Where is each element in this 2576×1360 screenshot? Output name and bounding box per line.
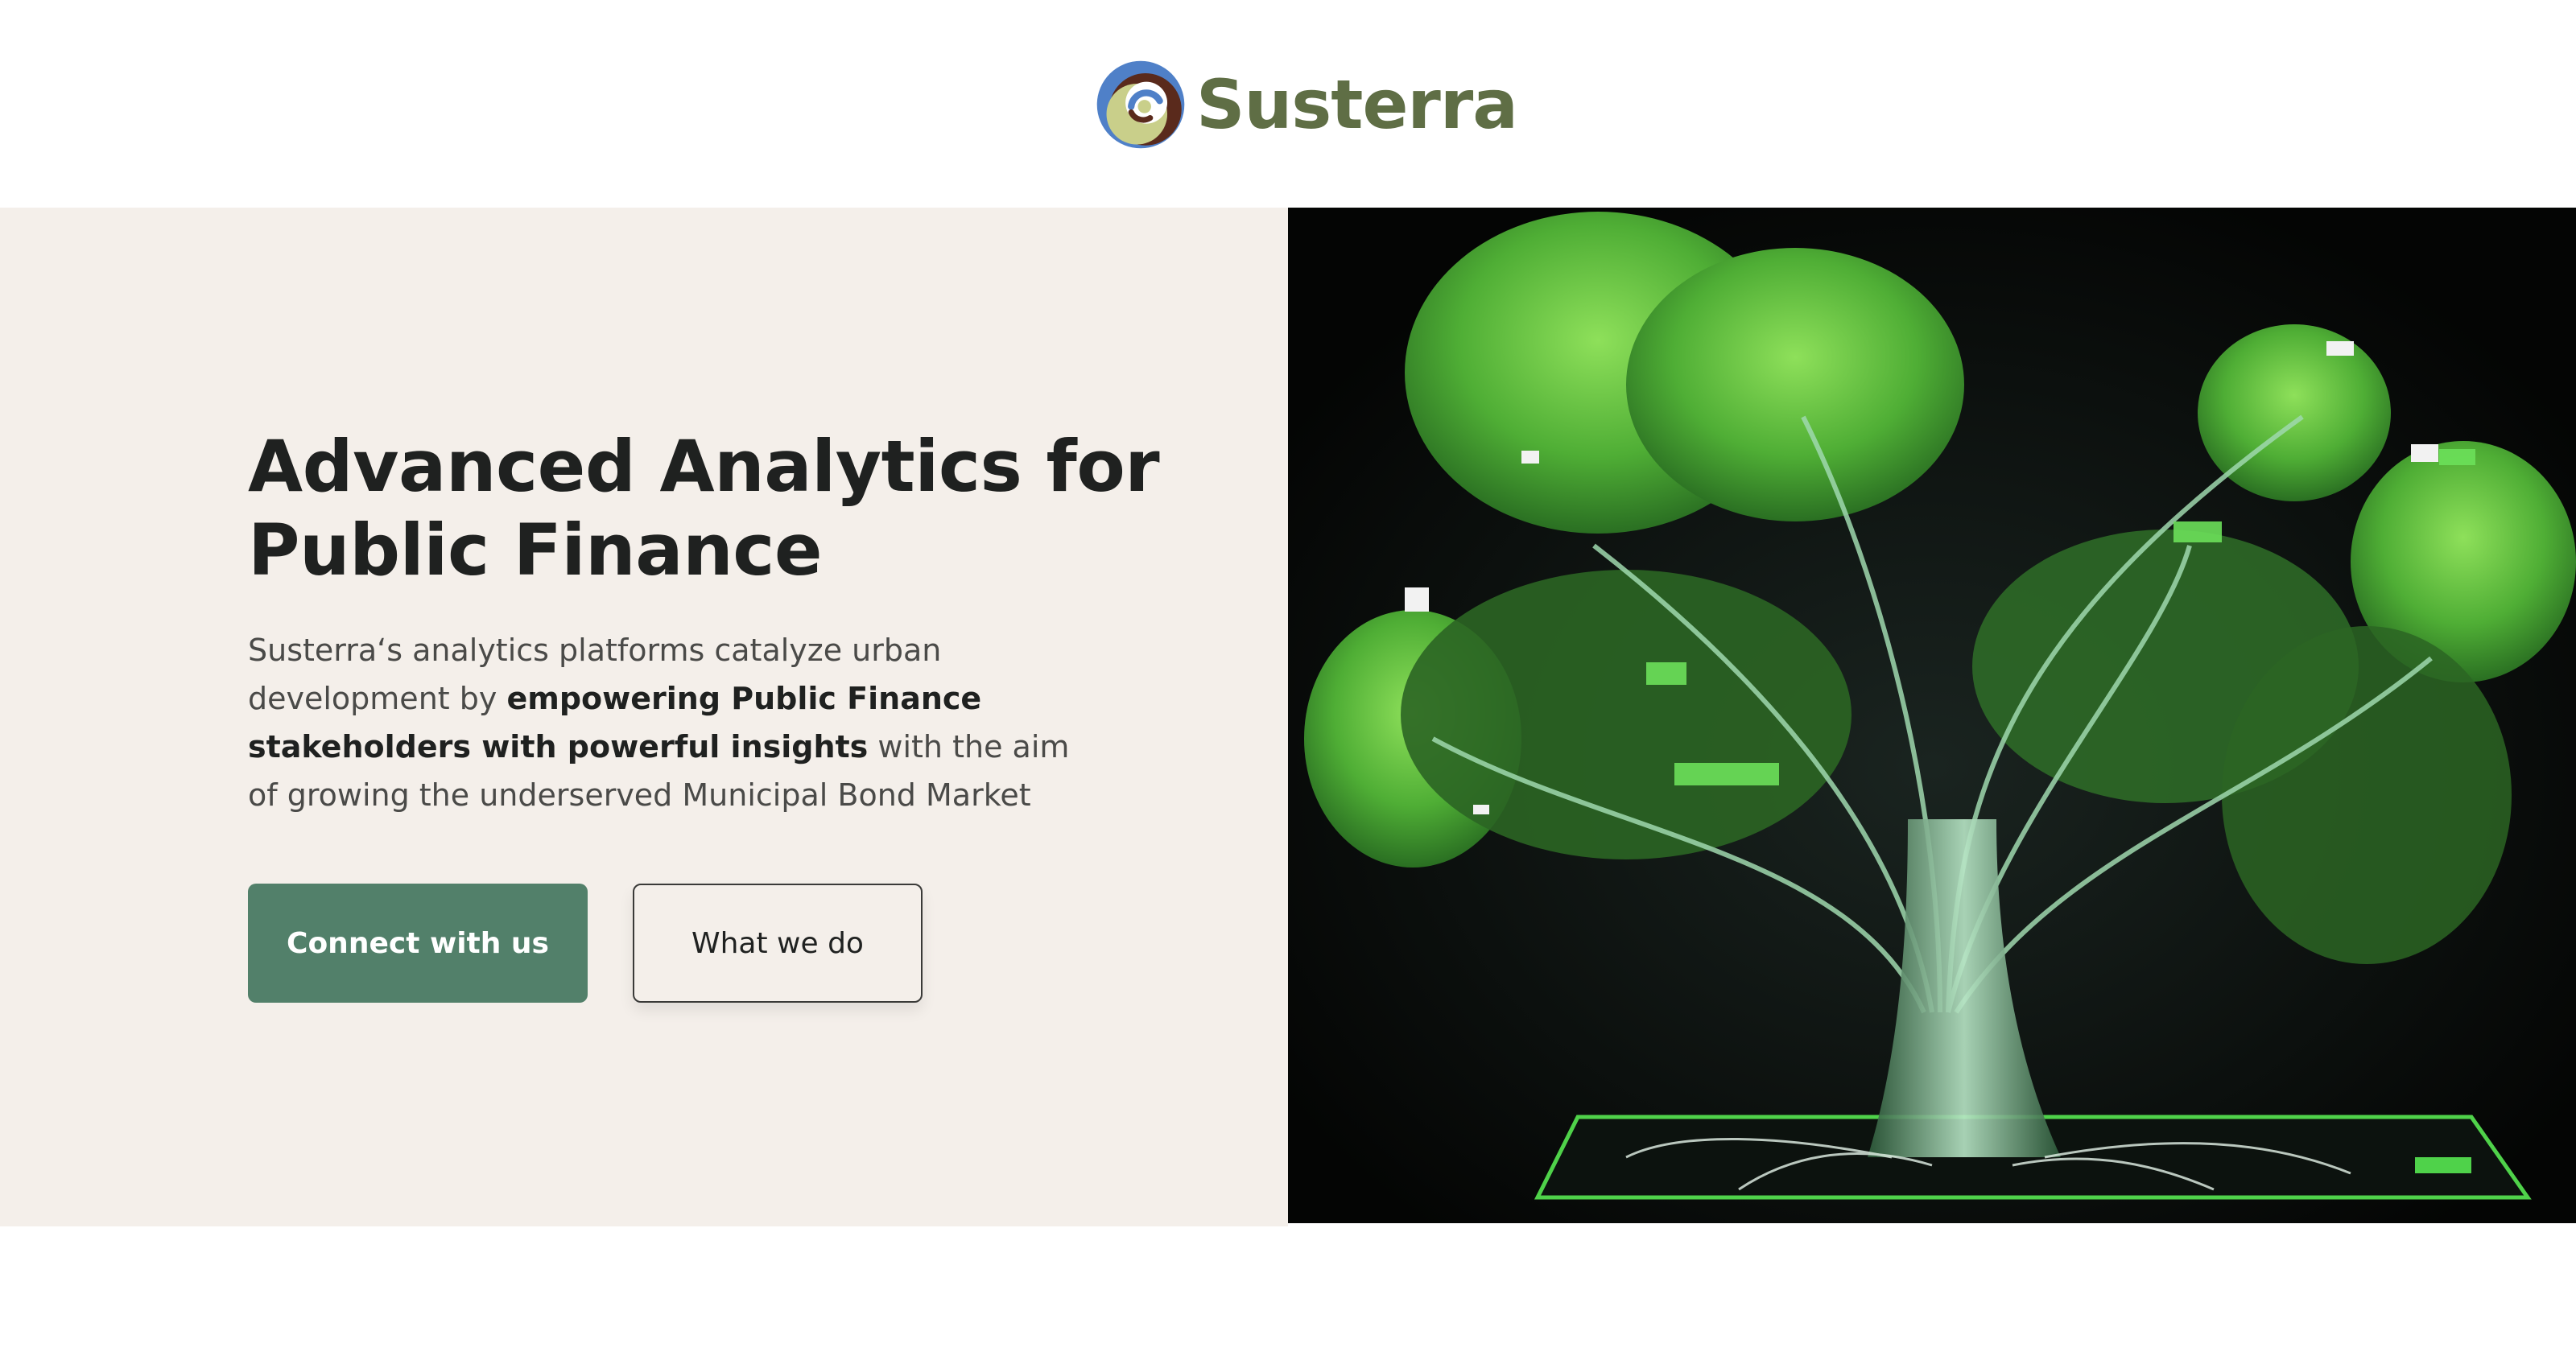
page-below-fold <box>0 1226 2576 1360</box>
what-we-do-button[interactable]: What we do <box>633 884 923 1003</box>
hero-text-panel: Advanced Analytics for Public Finance Su… <box>0 208 1288 1226</box>
hero-title-line-1: Advanced Analytics for <box>248 425 1160 508</box>
hero-image <box>1288 208 2576 1223</box>
brand-home-link[interactable]: Susterra <box>1093 56 1518 153</box>
connect-with-us-button[interactable]: Connect with us <box>248 884 588 1003</box>
site-header: Susterra <box>0 0 2576 208</box>
hero-title: Advanced Analytics for Public Finance <box>248 425 1214 592</box>
hero-title-line-2: Public Finance <box>248 509 823 591</box>
hero-section: Advanced Analytics for Public Finance Su… <box>0 208 2576 1226</box>
hero-description: Susterra‘s analytics platforms catalyze … <box>248 626 1101 819</box>
brand-name: Susterra <box>1196 65 1518 144</box>
circuit-tree-illustration <box>1288 208 2576 1223</box>
swirl-logo-icon <box>1096 60 1185 149</box>
